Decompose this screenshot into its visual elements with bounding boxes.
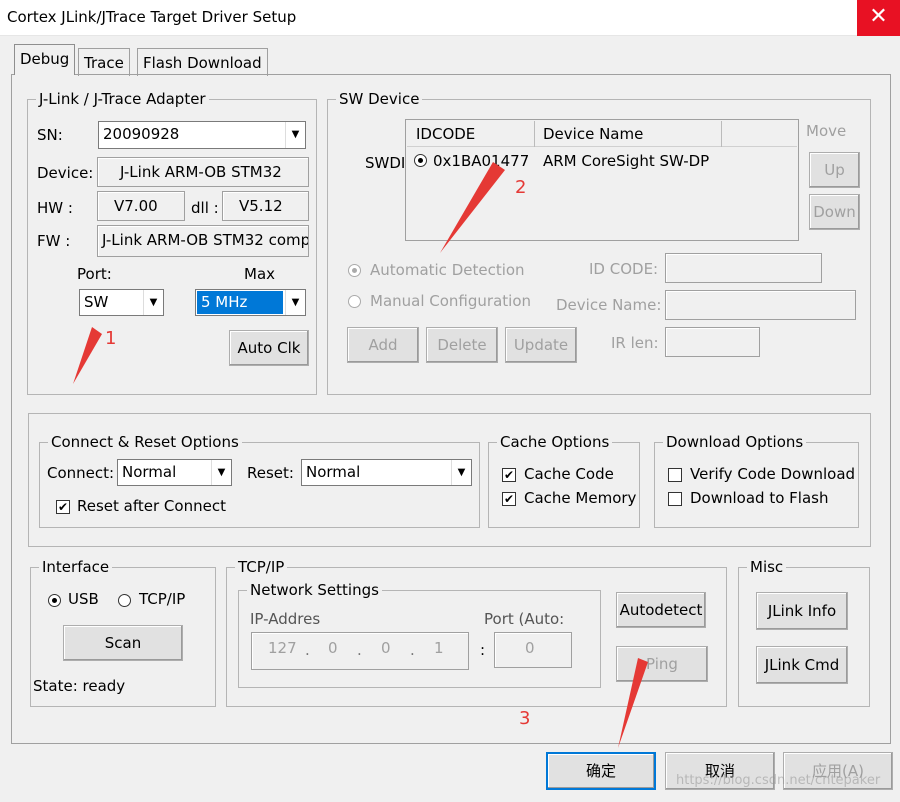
annotation-arrow-1 — [73, 327, 102, 384]
tab-debug[interactable]: Debug — [14, 44, 76, 75]
annotation-label-1: 1 — [105, 328, 117, 349]
annotation-overlay — [73, 162, 648, 748]
annotation-label-3: 3 — [519, 708, 531, 729]
annotation-label-2: 2 — [515, 177, 527, 198]
annotation-arrow-3 — [618, 658, 648, 748]
annotation-arrow-2 — [440, 162, 505, 253]
